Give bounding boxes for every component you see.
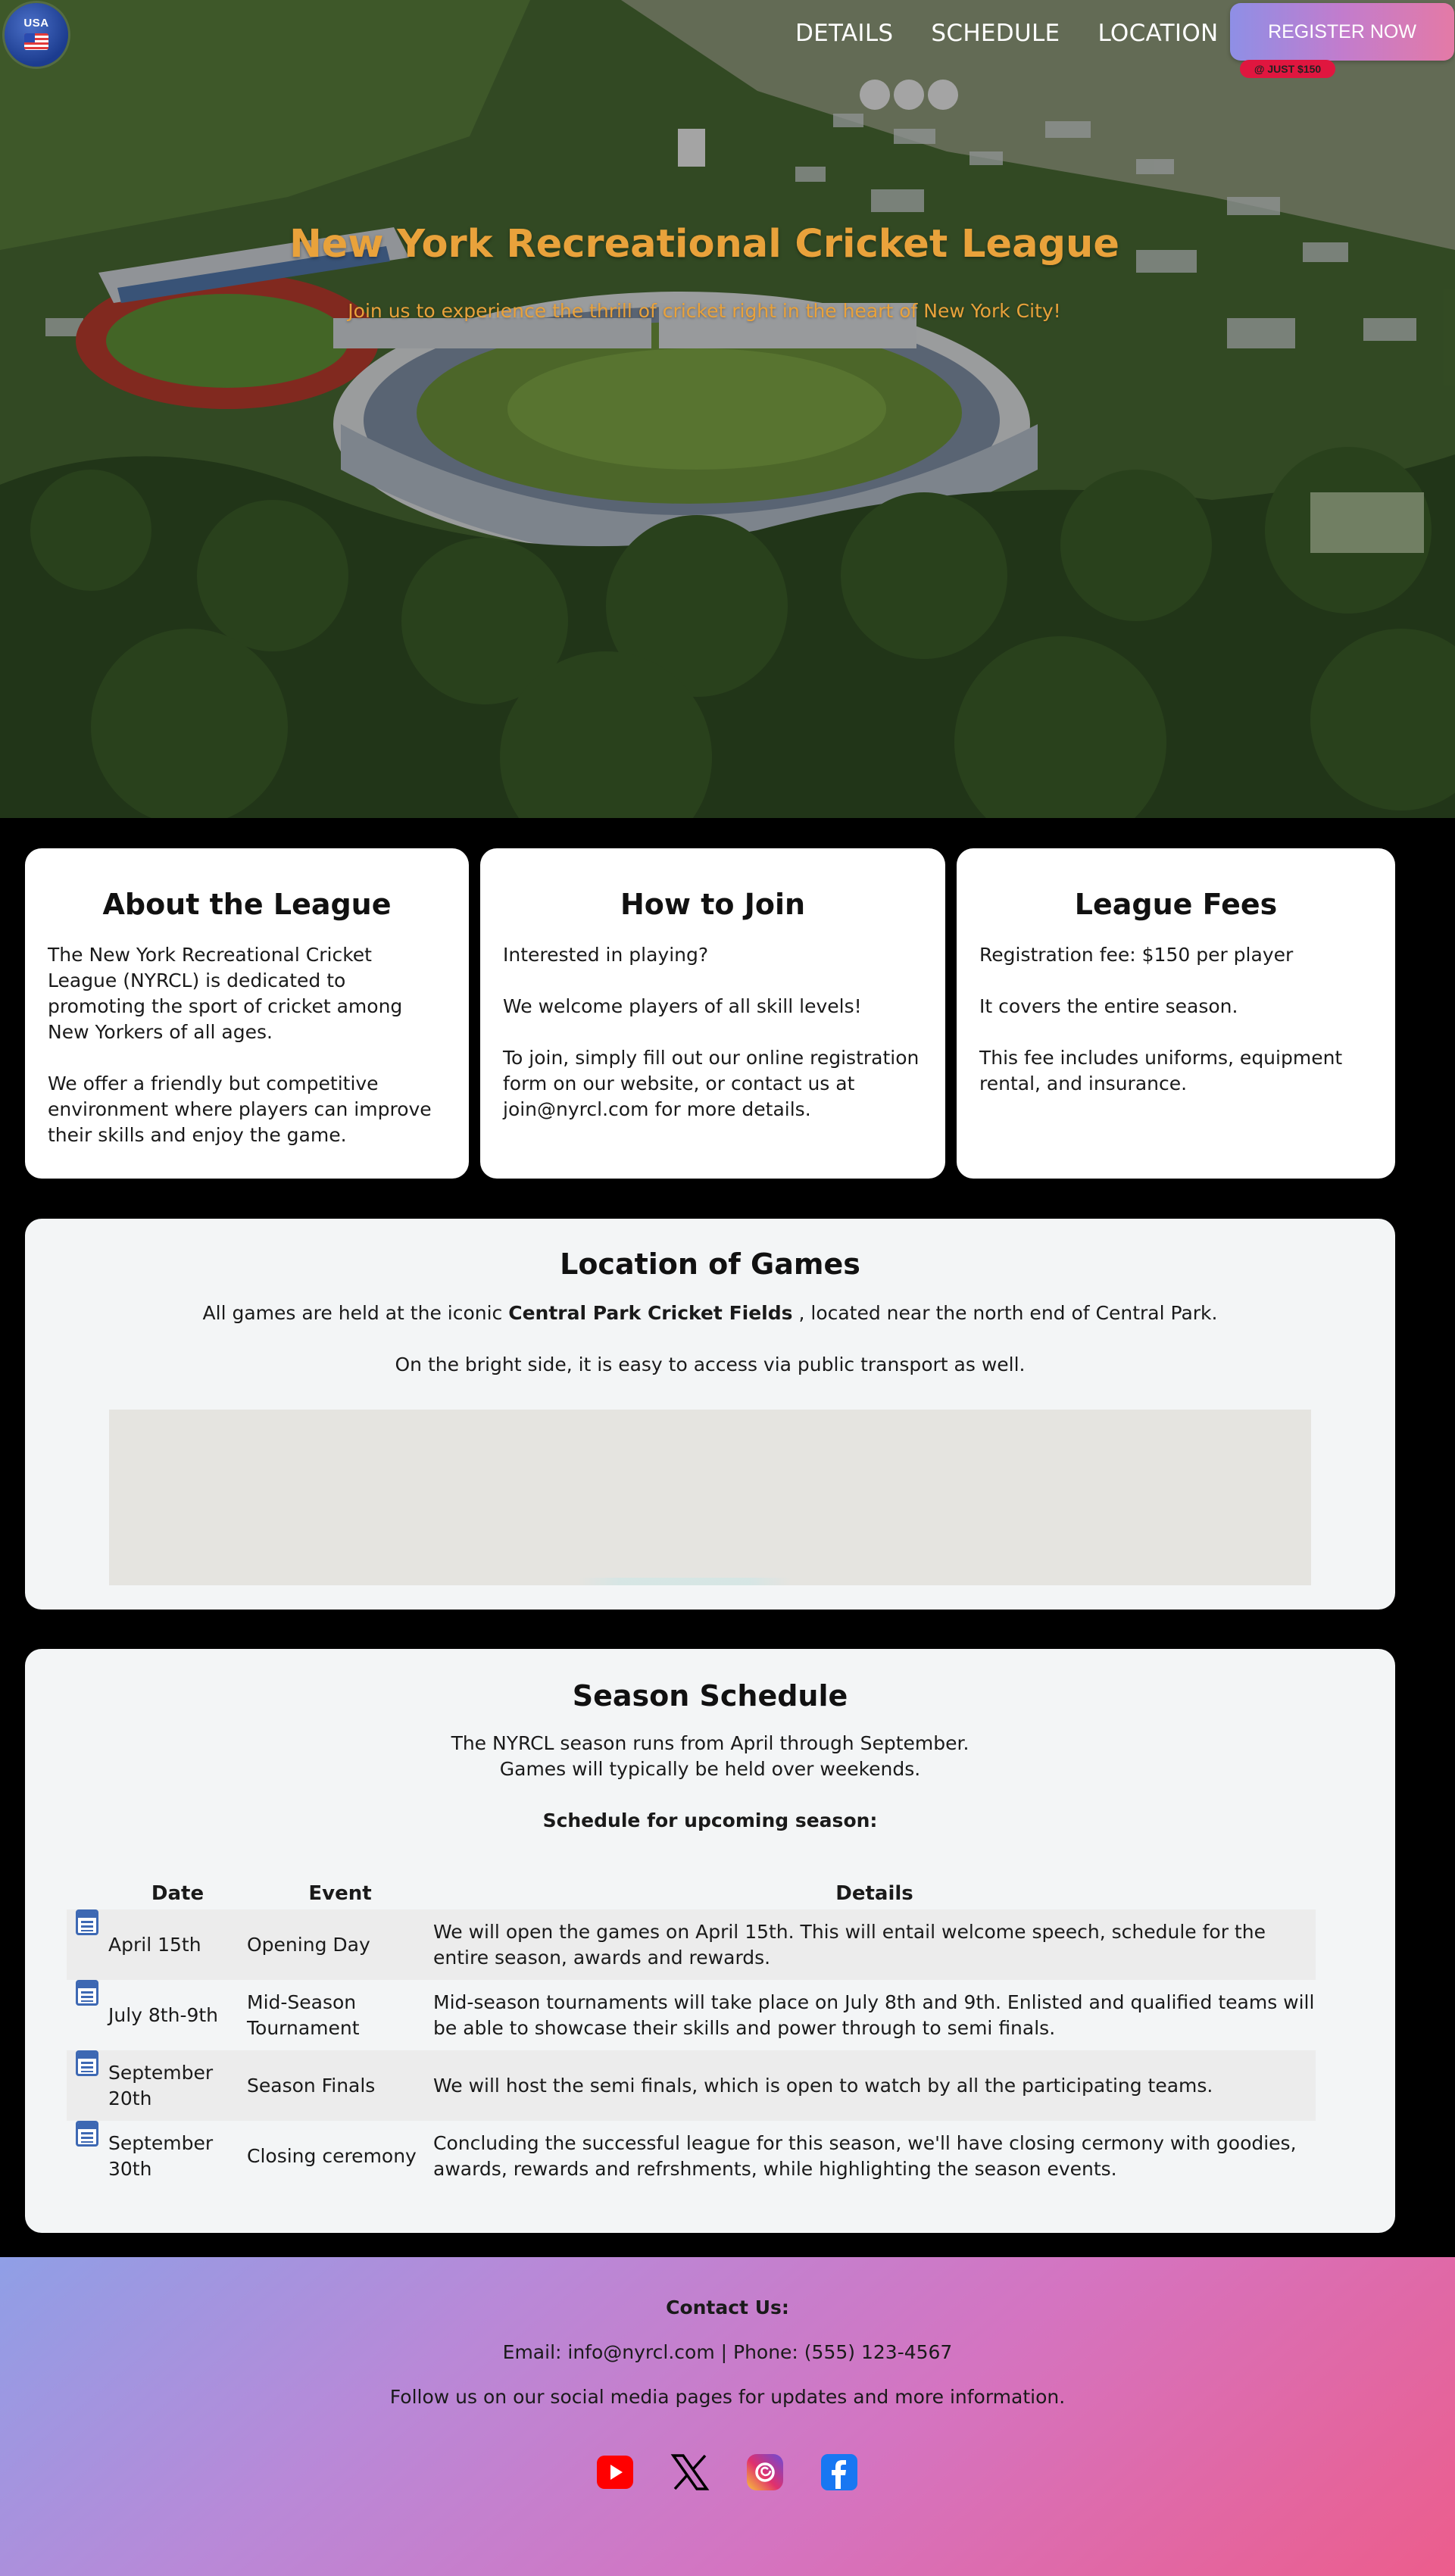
header-details: Details [835,1882,913,1905]
join-paragraph: To join, simply fill out our online regi… [503,1047,920,1120]
row-date: September 20th [108,2061,214,2109]
contact-heading: Contact Us: [666,2297,789,2318]
hero-section: USA DETAILS SCHEDULE LOCATION REGISTER N… [0,0,1455,818]
row-date: July 8th-9th [108,2003,219,2026]
venue-name: Central Park Cricket Fields [508,1302,793,1324]
nav-schedule-link[interactable]: SCHEDULE [931,20,1060,47]
schedule-subheading: Schedule for upcoming season: [542,1809,878,1831]
calendar-icon [76,2121,98,2147]
youtube-icon[interactable] [595,2453,635,2492]
row-date: September 30th [108,2131,214,2180]
calendar-icon [76,1980,98,2006]
facebook-icon[interactable] [820,2453,859,2492]
schedule-intro-1: The NYRCL season runs from April through… [451,1732,969,1754]
join-paragraph: Interested in playing? [503,944,709,966]
about-card: About the League The New York Recreation… [25,848,469,1179]
row-event: Closing ceremony [247,2144,417,2167]
table-row: September 30th Closing ceremony Concludi… [67,2121,1316,2191]
hero-subtitle: Join us to experience the thrill of cric… [348,300,1061,322]
schedule-title: Season Schedule [572,1679,848,1713]
table-row: April 15th Opening Day We will open the … [67,1909,1316,1980]
calendar-icon [76,2050,98,2076]
main-nav: DETAILS SCHEDULE LOCATION [795,11,1257,56]
join-card: How to Join Interested in playing? We we… [480,848,945,1179]
fees-title: League Fees [1074,888,1278,921]
join-title: How to Join [620,888,806,921]
logo-text: USA [23,17,49,30]
row-date: April 15th [108,1933,201,1956]
nav-details-link[interactable]: DETAILS [795,20,893,47]
table-header-row: Date Event Details [67,1878,1316,1909]
fees-paragraph: It covers the entire season. [979,995,1238,1017]
map-embed[interactable] [109,1410,1311,1585]
about-paragraph: We offer a friendly but competitive envi… [48,1073,432,1146]
about-title: About the League [102,888,392,921]
row-event: Mid-Season Tournament [247,1991,360,2039]
location-title: Location of Games [560,1247,860,1281]
x-icon[interactable] [670,2453,710,2492]
row-details: We will host the semi finals, which is o… [433,2074,1213,2097]
join-paragraph: We welcome players of all skill levels! [503,995,862,1017]
table-row: July 8th-9th Mid-Season Tournament Mid-s… [67,1980,1316,2050]
row-details: Concluding the successful league for thi… [433,2131,1297,2180]
location-text-end: , located near the north end of Central … [792,1302,1218,1324]
location-text-start: All games are held at the iconic [202,1302,509,1324]
footer: Contact Us: Email: info@nyrcl.com | Phon… [0,2257,1455,2576]
hero-overlay [0,0,1455,818]
league-logo[interactable]: USA [5,3,68,67]
about-paragraph: The New York Recreational Cricket League… [48,944,403,1043]
fees-paragraph: This fee includes uniforms, equipment re… [979,1047,1343,1094]
transport-text: On the bright side, it is easy to access… [395,1354,1026,1375]
fees-card: League Fees Registration fee: $150 per p… [957,848,1395,1179]
row-details: Mid-season tournaments will take place o… [433,1991,1315,2039]
hero-title: New York Recreational Cricket League [289,222,1119,267]
location-section: Location of Games All games are held at … [25,1219,1395,1610]
table-row: September 20th Season Finals We will hos… [67,2050,1316,2121]
schedule-intro-2: Games will typically be held over weeken… [499,1758,921,1780]
header-spacer [67,1878,108,1909]
row-event: Season Finals [247,2074,376,2097]
row-event: Opening Day [247,1933,370,1956]
row-details: We will open the games on April 15th. Th… [433,1920,1266,1969]
fees-paragraph: Registration fee: $150 per player [979,944,1294,966]
schedule-section: Season Schedule The NYRCL season runs fr… [25,1649,1395,2233]
nav-location-link[interactable]: LOCATION [1097,20,1218,47]
calendar-icon [76,1909,98,1935]
header-event: Event [308,1882,372,1905]
map-detail [579,1578,791,1585]
follow-text: Follow us on our social media pages for … [389,2386,1066,2408]
location-text: All games are held at the iconic Central… [25,1300,1395,1326]
contact-info: Email: info@nyrcl.com | Phone: (555) 123… [502,2341,953,2363]
register-now-button[interactable]: REGISTER NOW [1230,3,1454,61]
threads-icon[interactable] [745,2453,785,2492]
schedule-table: Date Event Details April 15th Opening Da… [67,1878,1316,2191]
header-date: Date [151,1882,205,1905]
price-badge: @ JUST $150 [1240,60,1335,78]
flag-icon [24,33,48,50]
